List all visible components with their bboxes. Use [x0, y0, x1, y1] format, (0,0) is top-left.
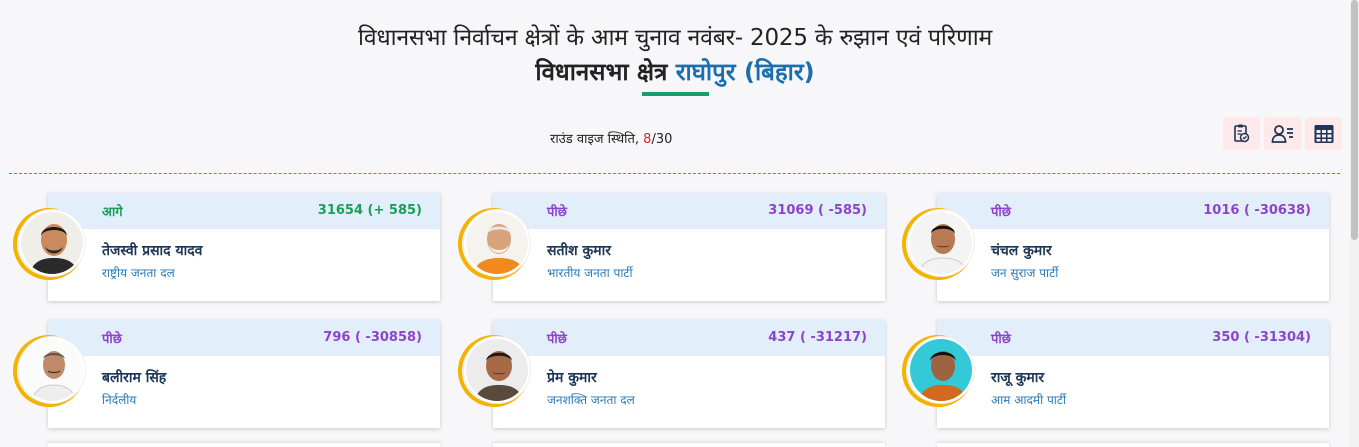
page-title: विधानसभा निर्वाचन क्षेत्रों के आम चुनाव …	[357, 25, 993, 51]
candidate-name: बलीराम सिंह	[102, 370, 167, 386]
round-label: राउंड वाइज स्थिति,	[550, 132, 644, 147]
candidate-party: जनशक्ति जनता दल	[547, 393, 635, 407]
page-scrollbar[interactable]	[1350, 0, 1359, 447]
candidate-status: पीछे	[991, 332, 1011, 347]
candidate-votes: 1016 ( -30638)	[1203, 203, 1311, 218]
candidate-name: राजू कुमार	[991, 370, 1045, 386]
card-header: पीछे 437 ( -31217)	[493, 320, 885, 356]
constituency-name: राघोपुर	[675, 58, 736, 86]
report-icon	[1233, 124, 1249, 142]
card-header: आगे 31654 (+ 585)	[48, 193, 440, 229]
scrollbar-thumb[interactable]	[1351, 0, 1358, 240]
avatar	[19, 337, 85, 403]
candidate-votes: 350 ( -31304)	[1212, 330, 1311, 345]
candidate-card[interactable]: पीछे 1016 ( -30638) चंचल कुमार जन सुराज …	[937, 193, 1329, 301]
candidate-party: भारतीय जनता पार्टी	[547, 266, 633, 280]
candidate-card[interactable]: पीछे 31069 ( -585) सतीश कुमार भारतीय जनत…	[493, 193, 885, 301]
candidate-name: प्रेम कुमार	[547, 370, 597, 386]
constituency-title: विधानसभा क्षेत्र राघोपुर (बिहार)	[0, 55, 1350, 88]
card-header: पीछे 796 ( -30858)	[48, 320, 440, 356]
candidate-name: चंचल कुमार	[991, 243, 1052, 259]
candidate-status: पीछे	[547, 332, 567, 347]
candidate-card[interactable]: पीछे 796 ( -30858) बलीराम सिंह निर्दलीय	[48, 320, 440, 428]
candidate-avatar	[888, 321, 988, 421]
candidate-avatar	[888, 194, 988, 294]
candidate-name: तेजस्वी प्रसाद यादव	[102, 243, 203, 259]
constituency-prefix: विधानसभा क्षेत्र	[535, 58, 676, 86]
candidate-status: आगे	[102, 205, 123, 220]
avatar	[464, 210, 530, 276]
section-divider	[9, 173, 1340, 174]
candidate-list-icon	[1271, 124, 1293, 143]
avatar	[19, 210, 85, 276]
candidate-avatar	[0, 321, 99, 421]
candidate-party: राष्ट्रीय जनता दल	[102, 266, 175, 280]
candidate-votes: 31654 (+ 585)	[317, 203, 422, 218]
report-button[interactable]	[1223, 117, 1260, 150]
avatar	[908, 337, 974, 403]
table-view-button[interactable]	[1305, 117, 1342, 150]
candidate-card[interactable]: पीछे 437 ( -31217) प्रेम कुमार जनशक्ति ज…	[493, 320, 885, 428]
candidate-card-partial[interactable]	[48, 443, 440, 447]
candidate-card[interactable]: आगे 31654 (+ 585) तेजस्वी प्रसाद यादव रा…	[48, 193, 440, 301]
candidate-party: निर्दलीय	[102, 393, 137, 407]
table-view-icon	[1314, 124, 1333, 143]
candidate-party: जन सुराज पार्टी	[991, 266, 1059, 280]
candidate-status: पीछे	[102, 332, 122, 347]
state-name: (बिहार)	[743, 58, 815, 86]
candidate-card-partial[interactable]	[937, 443, 1329, 447]
avatar	[464, 337, 530, 403]
candidate-list-button[interactable]	[1264, 117, 1301, 150]
candidate-avatar	[444, 194, 544, 294]
round-total: /30	[651, 132, 673, 147]
candidate-avatar	[0, 194, 99, 294]
candidate-party: आम आदमी पार्टी	[991, 393, 1067, 407]
round-status: राउंड वाइज स्थिति, 8/30	[550, 129, 672, 147]
candidate-status: पीछे	[547, 205, 567, 220]
candidate-avatar	[444, 321, 544, 421]
card-header: पीछे 31069 ( -585)	[493, 193, 885, 229]
candidate-card[interactable]: पीछे 350 ( -31304) राजू कुमार आम आदमी पा…	[937, 320, 1329, 428]
card-header: पीछे 350 ( -31304)	[937, 320, 1329, 356]
candidate-card-partial[interactable]	[493, 443, 885, 447]
title-underline	[642, 92, 709, 96]
candidate-votes: 796 ( -30858)	[323, 330, 422, 345]
card-header: पीछे 1016 ( -30638)	[937, 193, 1329, 229]
avatar	[908, 210, 974, 276]
candidate-name: सतीश कुमार	[547, 243, 611, 259]
candidate-status: पीछे	[991, 205, 1011, 220]
candidate-votes: 31069 ( -585)	[768, 203, 867, 218]
candidate-votes: 437 ( -31217)	[768, 330, 867, 345]
